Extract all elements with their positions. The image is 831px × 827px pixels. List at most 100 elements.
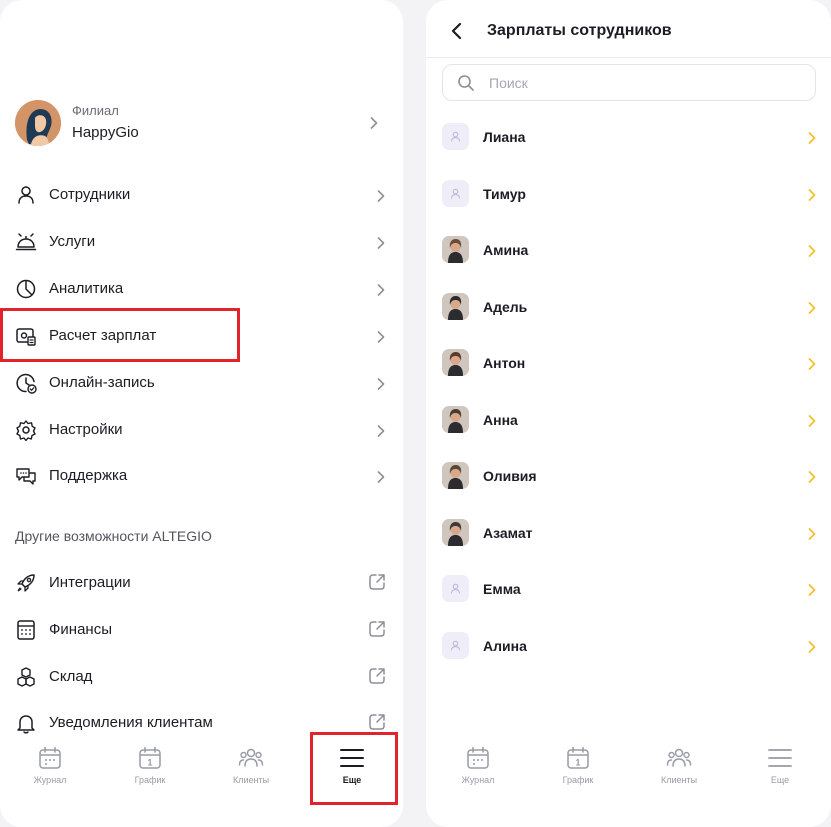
branch-avatar bbox=[15, 100, 61, 146]
search-icon bbox=[457, 74, 475, 92]
nav-schedule[interactable]: 1 График bbox=[115, 745, 185, 790]
chevron-right-icon bbox=[808, 188, 816, 206]
chevron-right-icon bbox=[808, 357, 816, 375]
employee-row[interactable]: Азамат bbox=[442, 513, 816, 553]
employee-name: Амина bbox=[483, 242, 529, 258]
nav-journal[interactable]: Журнал bbox=[443, 745, 513, 790]
employee-name: Алина bbox=[483, 637, 527, 654]
external-link-icon bbox=[367, 619, 387, 639]
menu-item-payroll[interactable]: Расчет зарплат bbox=[15, 317, 390, 353]
employee-row[interactable]: Адель bbox=[442, 287, 816, 327]
header: Зарплаты сотрудников bbox=[426, 0, 831, 58]
menu-label: Поддержка bbox=[49, 467, 128, 484]
menu-icon bbox=[767, 745, 793, 771]
search-box[interactable] bbox=[442, 64, 816, 101]
bell-icon bbox=[15, 712, 37, 734]
employee-row[interactable]: Анна bbox=[442, 400, 816, 440]
branch-selector[interactable]: Филиал HappyGio bbox=[15, 100, 390, 146]
external-link-icon bbox=[367, 666, 387, 686]
menu-item-online-booking[interactable]: Онлайн-запись bbox=[15, 364, 390, 400]
rocket-icon bbox=[15, 572, 37, 594]
back-arrow-icon[interactable] bbox=[446, 20, 468, 42]
employee-row[interactable]: Амина bbox=[442, 230, 816, 270]
external-link-icon bbox=[367, 712, 387, 732]
nav-label: Клиенты bbox=[232, 775, 270, 785]
person-placeholder-icon bbox=[442, 631, 469, 659]
nav-more[interactable]: Еще bbox=[317, 745, 387, 790]
employee-row[interactable]: Антон bbox=[442, 343, 816, 383]
employee-photo bbox=[442, 518, 469, 546]
employee-name: Емма bbox=[483, 581, 521, 597]
menu-item-analytics[interactable]: Аналитика bbox=[15, 270, 390, 306]
payroll-screen: Зарплаты сотрудников Лиана Тимур Амина Адел… bbox=[426, 0, 831, 827]
chevron-right-icon bbox=[377, 330, 385, 348]
pie-chart-icon bbox=[15, 278, 37, 300]
menu-item-support[interactable]: Поддержка bbox=[15, 457, 390, 493]
page-title: Зарплаты сотрудников bbox=[487, 22, 672, 39]
employee-row[interactable]: Тимур bbox=[442, 174, 816, 214]
employee-photo bbox=[442, 236, 469, 263]
employee-name: Тимур bbox=[483, 185, 526, 202]
boxes-icon bbox=[15, 666, 37, 688]
branch-name: HappyGio bbox=[72, 124, 139, 141]
svg-text:1: 1 bbox=[575, 758, 580, 768]
employee-name: Анна bbox=[483, 411, 518, 428]
menu-item-settings[interactable]: Настройки bbox=[15, 411, 390, 447]
nav-journal[interactable]: Журнал bbox=[15, 745, 85, 790]
chevron-right-icon bbox=[808, 301, 816, 319]
people-icon bbox=[238, 745, 264, 771]
gear-icon bbox=[15, 419, 37, 442]
chevron-right-icon bbox=[808, 414, 816, 432]
nav-clients[interactable]: Клиенты bbox=[644, 745, 714, 790]
menu-label: Финансы bbox=[49, 621, 112, 638]
chevron-right-icon bbox=[377, 189, 385, 207]
employee-photo bbox=[442, 292, 469, 320]
menu-label: Онлайн-запись bbox=[49, 374, 155, 391]
search-input[interactable] bbox=[489, 73, 789, 93]
employee-row[interactable]: Алина bbox=[442, 626, 816, 666]
chevron-right-icon bbox=[370, 117, 380, 129]
chat-bubbles-icon bbox=[15, 465, 37, 487]
menu-item-finance[interactable]: Финансы bbox=[15, 611, 390, 647]
menu-label: Расчет зарплат bbox=[49, 327, 157, 344]
nav-label: Еще bbox=[342, 775, 362, 785]
clock-check-icon bbox=[15, 372, 37, 394]
menu-label: Склад bbox=[49, 668, 93, 685]
employee-row[interactable]: Оливия bbox=[442, 456, 816, 496]
person-placeholder-icon bbox=[442, 575, 469, 602]
chevron-right-icon bbox=[808, 527, 816, 545]
chevron-right-icon bbox=[808, 470, 816, 488]
chevron-right-icon bbox=[808, 244, 816, 262]
employee-photo bbox=[442, 405, 469, 433]
calendar-icon bbox=[465, 745, 491, 771]
menu-label: Сотрудники bbox=[49, 186, 131, 203]
chevron-right-icon bbox=[808, 131, 816, 149]
chevron-right-icon bbox=[808, 583, 816, 601]
chevron-right-icon bbox=[377, 377, 385, 395]
chevron-right-icon bbox=[377, 283, 385, 301]
cash-register-icon bbox=[15, 325, 37, 347]
nav-schedule[interactable]: 1 График bbox=[543, 745, 613, 790]
employee-name: Адель bbox=[483, 298, 528, 315]
menu-item-warehouse[interactable]: Склад bbox=[15, 658, 390, 694]
menu-item-services[interactable]: Услуги bbox=[15, 223, 390, 259]
chevron-right-icon bbox=[377, 424, 385, 442]
nav-more[interactable]: Еще bbox=[745, 745, 815, 790]
menu-label: Уведомления клиентам bbox=[49, 714, 213, 731]
menu-item-integrations[interactable]: Интеграции bbox=[15, 564, 390, 600]
nav-clients[interactable]: Клиенты bbox=[216, 745, 286, 790]
calculator-icon bbox=[15, 619, 37, 641]
menu-icon bbox=[339, 745, 365, 771]
section-title-other-features: Другие возможности ALTEGIO bbox=[15, 528, 212, 544]
employee-row[interactable]: Лиана bbox=[442, 117, 816, 157]
employee-photo bbox=[442, 349, 469, 376]
nav-label: График bbox=[134, 775, 166, 785]
branch-caption: Филиал bbox=[72, 103, 119, 118]
more-menu-panel: Филиал HappyGio Сотрудники Услуги Аналит… bbox=[0, 0, 403, 827]
menu-item-employees[interactable]: Сотрудники bbox=[15, 176, 390, 212]
employee-row[interactable]: Емма bbox=[442, 569, 816, 609]
employee-name: Оливия bbox=[483, 468, 537, 484]
nav-label: График bbox=[562, 775, 594, 785]
people-icon bbox=[666, 745, 692, 771]
employee-name: Азамат bbox=[483, 524, 533, 541]
